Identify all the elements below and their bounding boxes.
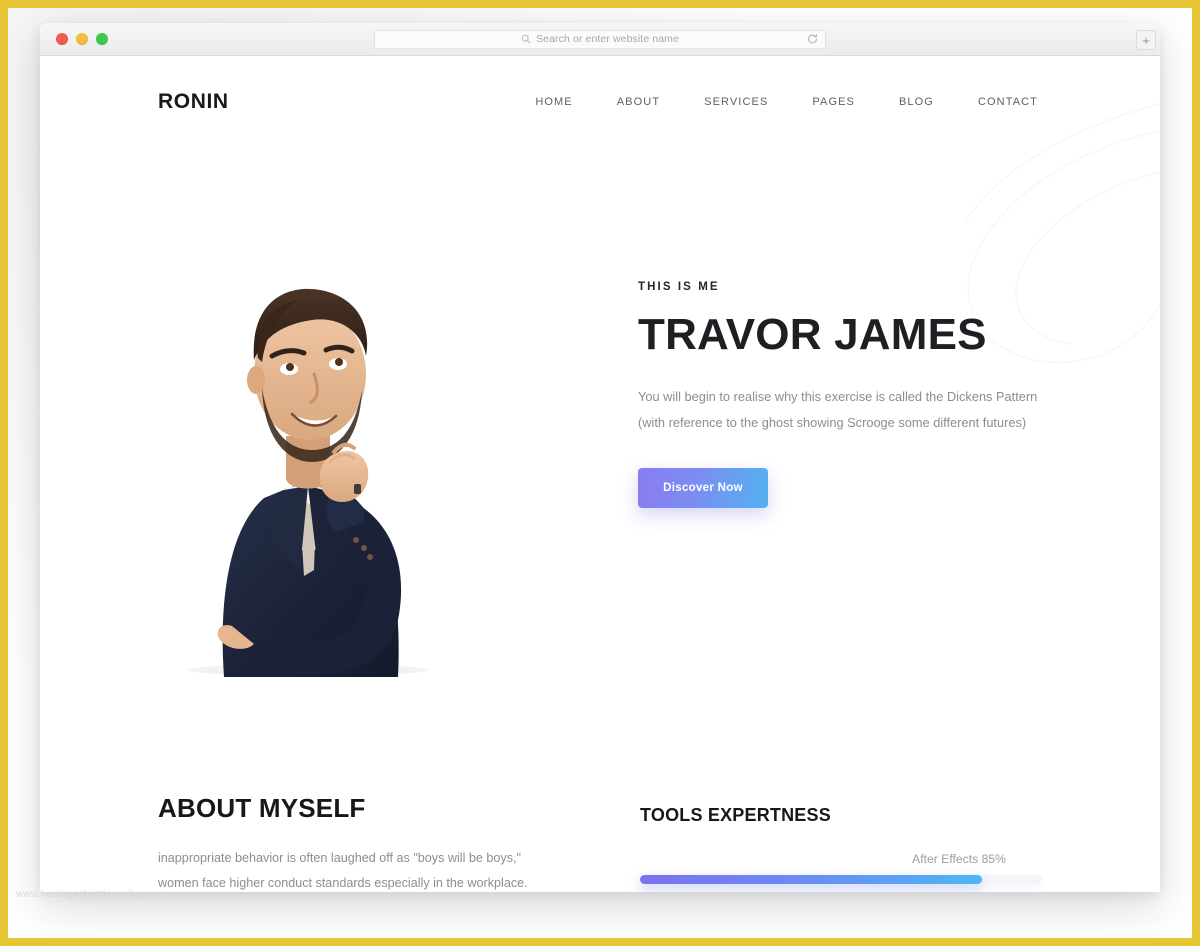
discover-now-button[interactable]: Discover Now [638, 468, 768, 509]
hero-section: THIS IS ME TRAVOR JAMES You will begin t… [40, 148, 1160, 677]
skill-fill-after-effects [640, 875, 982, 884]
skill-item: After Effects 85% [640, 852, 1042, 884]
hero-paragraph: You will begin to realise why this exerc… [638, 389, 1038, 430]
website-viewport: RONIN HOME ABOUT SERVICES PAGES BLOG CON… [40, 56, 1160, 892]
skills-column: TOOLS EXPERTNESS After Effects 85% Photo… [578, 793, 1042, 892]
frame-inner: Search or enter website name + RONIN HOM… [8, 8, 1192, 938]
browser-toolbar: Search or enter website name + [40, 23, 1160, 56]
nav-item-home[interactable]: HOME [535, 96, 572, 108]
search-icon [521, 34, 531, 44]
site-header: RONIN HOME ABOUT SERVICES PAGES BLOG CON… [40, 56, 1160, 148]
about-column: ABOUT MYSELF inappropriate behavior is o… [158, 793, 578, 892]
minimize-window-button[interactable] [76, 33, 88, 45]
nav-item-about[interactable]: ABOUT [617, 96, 660, 108]
about-skills-section: ABOUT MYSELF inappropriate behavior is o… [40, 793, 1160, 892]
main-navigation: HOME ABOUT SERVICES PAGES BLOG CONTACT [535, 96, 1038, 108]
hero-figure [158, 240, 588, 677]
window-controls [40, 33, 108, 45]
new-tab-button[interactable]: + [1136, 30, 1156, 50]
site-logo[interactable]: RONIN [158, 90, 229, 114]
hero-title: TRAVOR JAMES [638, 310, 987, 359]
skill-track-after-effects [640, 875, 1042, 884]
zoom-window-button[interactable] [96, 33, 108, 45]
new-tab-label: + [1142, 32, 1150, 48]
browser-window: Search or enter website name + RONIN HOM… [40, 23, 1160, 892]
nav-item-blog[interactable]: BLOG [899, 96, 934, 108]
gold-frame: Search or enter website name + RONIN HOM… [0, 0, 1200, 946]
hero-copy: THIS IS ME TRAVOR JAMES You will begin t… [588, 148, 1042, 509]
portrait-photo [188, 288, 428, 677]
hero-eyebrow: THIS IS ME [638, 281, 720, 293]
nav-item-services[interactable]: SERVICES [704, 96, 768, 108]
about-paragraph: inappropriate behavior is often laughed … [158, 851, 528, 890]
nav-item-contact[interactable]: CONTACT [978, 96, 1038, 108]
about-heading: ABOUT MYSELF [158, 793, 366, 823]
close-window-button[interactable] [56, 33, 68, 45]
address-bar-placeholder: Search or enter website name [536, 33, 679, 45]
watermark: www.heritagechristiancollege.com [16, 889, 174, 900]
skill-label-after-effects: After Effects 85% [912, 852, 1006, 866]
address-bar[interactable]: Search or enter website name [374, 29, 826, 49]
nav-item-pages[interactable]: PAGES [812, 96, 855, 108]
reload-icon[interactable] [807, 33, 818, 45]
skills-heading: TOOLS EXPERTNESS [640, 805, 831, 825]
